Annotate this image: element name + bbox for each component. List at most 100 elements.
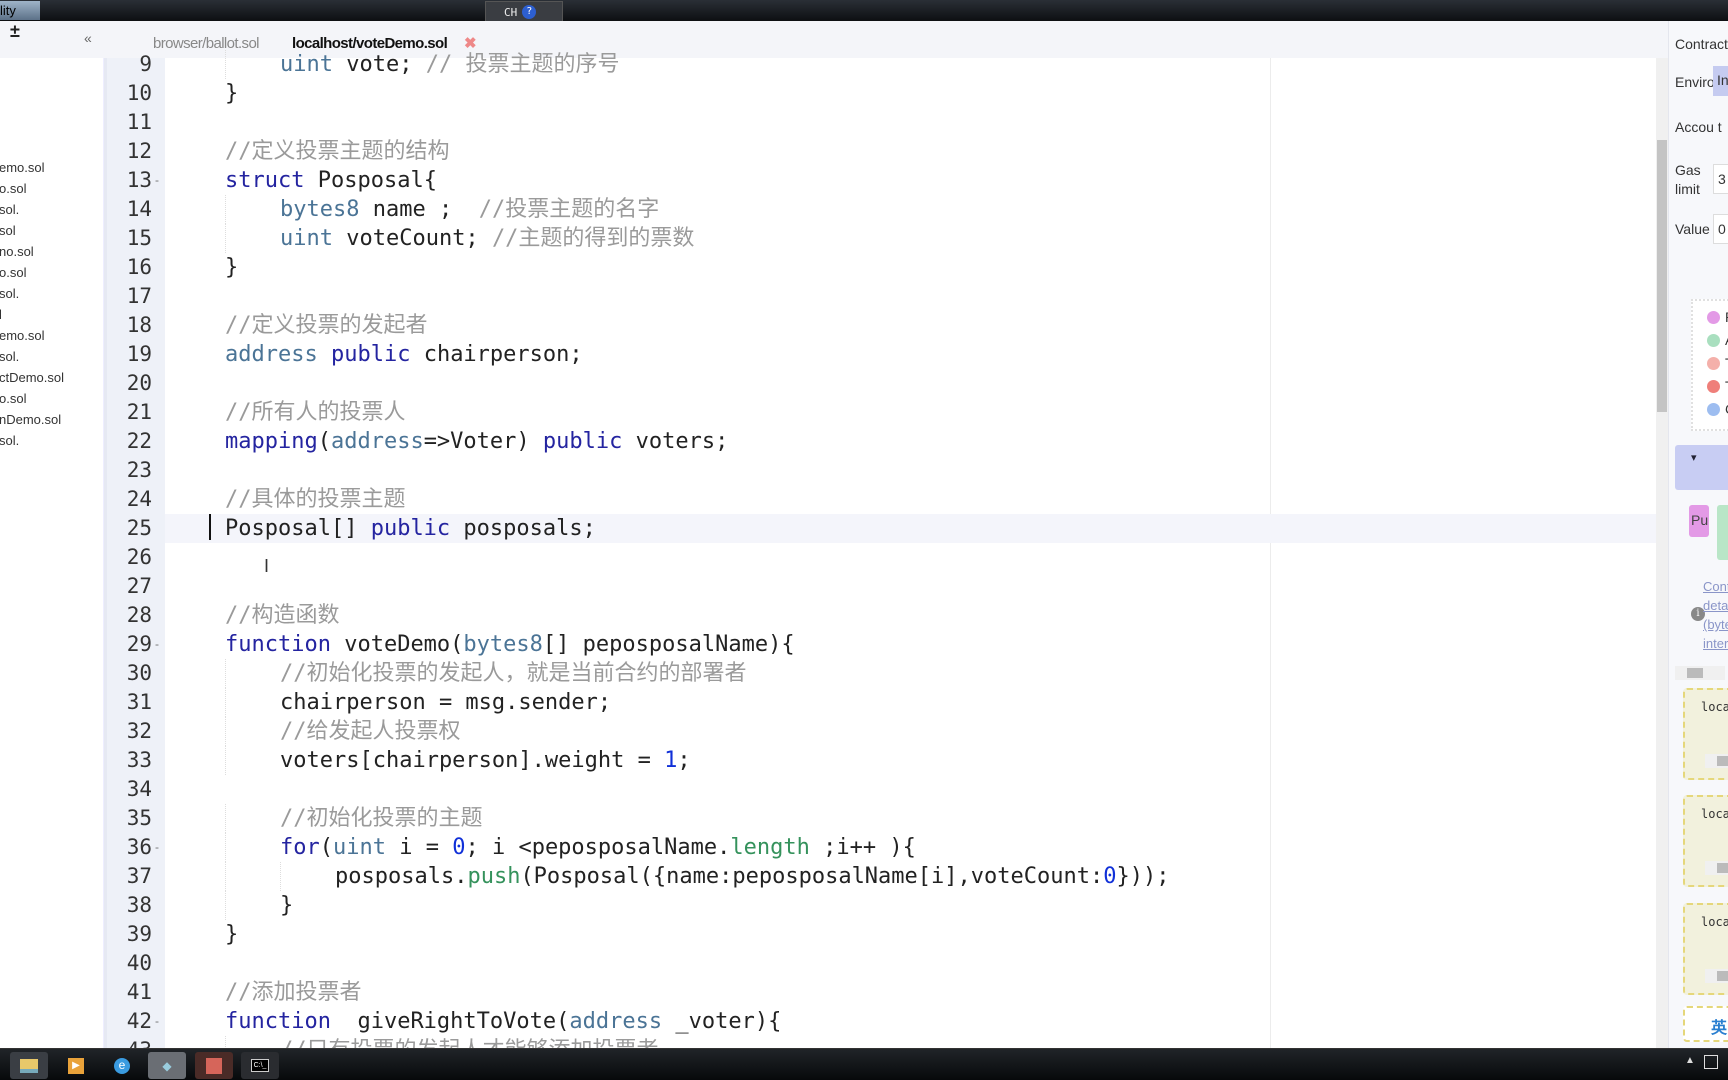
- code-line[interactable]: }: [165, 920, 1656, 949]
- line-number: 28: [126, 603, 152, 627]
- taskbar: ▶ e ◆ C:\_ ▲: [0, 1048, 1728, 1080]
- file-item[interactable]: .sol: [0, 349, 103, 364]
- network-icon[interactable]: [1704, 1055, 1718, 1069]
- at-address-button[interactable]: [1717, 505, 1728, 560]
- file-item[interactable]: emo.sol: [0, 328, 103, 343]
- code-line[interactable]: }: [165, 79, 1656, 108]
- code-line[interactable]: [165, 572, 1656, 601]
- code-token: struct: [225, 168, 305, 193]
- gas-limit-input[interactable]: 3: [1713, 164, 1728, 194]
- horizontal-scrollbar[interactable]: [1675, 666, 1725, 680]
- code-line[interactable]: //所有人的投票人: [165, 398, 1656, 427]
- internet-explorer-icon[interactable]: e: [103, 1052, 141, 1079]
- link-line[interactable]: (byte: [1703, 615, 1728, 634]
- code-line[interactable]: for(uint i = 0; i <peposposalName.length…: [165, 833, 1656, 862]
- link-line[interactable]: inter: [1703, 634, 1728, 653]
- file-item[interactable]: l: [0, 307, 103, 322]
- code-line[interactable]: //定义投票主题的结构: [165, 137, 1656, 166]
- indent-guide: [225, 804, 226, 833]
- fold-toggle-icon[interactable]: -: [155, 630, 159, 659]
- code-line[interactable]: //初始化投票的主题: [165, 804, 1656, 833]
- code-line[interactable]: [165, 949, 1656, 978]
- instance-scrollbar[interactable]: [1705, 969, 1728, 983]
- code-line[interactable]: }: [165, 253, 1656, 282]
- fold-toggle-icon[interactable]: -: [155, 1007, 159, 1036]
- file-item[interactable]: .sol: [0, 433, 103, 448]
- command-prompt-icon[interactable]: C:\_: [241, 1052, 279, 1079]
- code-line[interactable]: bytes8 name ; //投票主题的名字: [165, 195, 1656, 224]
- code-line[interactable]: //构造函数: [165, 601, 1656, 630]
- file-item[interactable]: sol: [0, 223, 103, 238]
- value-input[interactable]: 0: [1713, 214, 1728, 244]
- instance-scrollbar[interactable]: [1705, 861, 1728, 875]
- code-line[interactable]: address public chairperson;: [165, 340, 1656, 369]
- file-explorer-icon[interactable]: [10, 1052, 48, 1079]
- collapse-panel-icon[interactable]: «: [84, 30, 92, 46]
- indent-guide: [280, 862, 281, 891]
- file-item[interactable]: emo.sol: [0, 160, 103, 175]
- code-token: //所有人的投票人: [225, 400, 406, 425]
- code-line[interactable]: //给发起人投票权: [165, 717, 1656, 746]
- scrollbar-thumb[interactable]: [1657, 140, 1667, 412]
- ime-language[interactable]: CH: [504, 6, 517, 19]
- office-app-icon[interactable]: [195, 1052, 233, 1079]
- environment-select[interactable]: Inj: [1713, 66, 1728, 96]
- file-item[interactable]: .sol: [0, 286, 103, 301]
- ime-widget[interactable]: 英: [1683, 1006, 1728, 1042]
- code-line[interactable]: //具体的投票主题: [165, 485, 1656, 514]
- code-line[interactable]: [165, 543, 1656, 572]
- code-line[interactable]: //添加投票者: [165, 978, 1656, 1007]
- code-token: chairperson;: [410, 342, 583, 367]
- code-line[interactable]: [165, 775, 1656, 804]
- instance-address: localh: [1701, 807, 1728, 821]
- publish-button[interactable]: Pu: [1689, 505, 1709, 537]
- code-token: voters;: [622, 429, 729, 454]
- instance-scrollbar[interactable]: [1705, 754, 1728, 768]
- code-line[interactable]: mapping(address=>Voter) public voters;: [165, 427, 1656, 456]
- code-line[interactable]: uint voteCount; //主题的得到的票数: [165, 224, 1656, 253]
- window-title: lity IDE: [0, 1, 40, 37]
- code-token: uint: [333, 835, 386, 860]
- code-line[interactable]: chairperson = msg.sender;: [165, 688, 1656, 717]
- code-line[interactable]: }: [165, 891, 1656, 920]
- code-token: (: [319, 835, 333, 860]
- indent-guide: [225, 746, 226, 775]
- file-item[interactable]: ctDemo.sol: [0, 370, 103, 385]
- code-line[interactable]: [165, 282, 1656, 311]
- media-player-icon[interactable]: ▶: [57, 1052, 95, 1079]
- code-line[interactable]: function giveRightToVote(address _voter)…: [165, 1007, 1656, 1036]
- code-line[interactable]: //初始化投票的发起人，就是当前合约的部署者: [165, 659, 1656, 688]
- file-item[interactable]: nDemo.sol: [0, 412, 103, 427]
- help-icon[interactable]: ?: [522, 5, 537, 19]
- legend-dot-icon: [1707, 310, 1720, 324]
- code-line[interactable]: voters[chairperson].weight = 1;: [165, 746, 1656, 775]
- code-line[interactable]: Posposal[] public posposals;: [165, 514, 1656, 543]
- code-token: function: [225, 632, 331, 657]
- file-item[interactable]: no.sol: [0, 244, 103, 259]
- add-remove-file-icon[interactable]: ±: [8, 22, 22, 40]
- file-item[interactable]: .sol: [0, 202, 103, 217]
- code-line[interactable]: struct Posposal{: [165, 166, 1656, 195]
- file-item[interactable]: o.sol: [0, 391, 103, 406]
- file-item[interactable]: o.sol: [0, 181, 103, 196]
- code-line[interactable]: [165, 369, 1656, 398]
- code-line[interactable]: [165, 108, 1656, 137]
- fold-toggle-icon[interactable]: -: [155, 166, 159, 195]
- code-line[interactable]: [165, 456, 1656, 485]
- editor-scrollbar[interactable]: [1656, 58, 1668, 1048]
- tray-arrow-icon[interactable]: ▲: [1685, 1055, 1695, 1066]
- fold-toggle-icon[interactable]: -: [155, 833, 159, 862]
- legend-item: Tr: [1707, 378, 1728, 394]
- code-line[interactable]: uint vote; // 投票主题的序号: [165, 50, 1656, 79]
- link-line[interactable]: Cont: [1703, 577, 1728, 596]
- contract-dropdown[interactable]: ▾: [1675, 445, 1728, 490]
- link-line[interactable]: deta: [1703, 596, 1728, 615]
- caret-down-icon: ▾: [1691, 452, 1697, 464]
- ime-toolbar[interactable]: CH?: [485, 1, 563, 23]
- remix-app-icon[interactable]: ◆: [148, 1052, 186, 1079]
- contract-details-link[interactable]: Contdeta(byteinter: [1703, 577, 1728, 653]
- code-line[interactable]: function voteDemo(bytes8[] peposposalNam…: [165, 630, 1656, 659]
- code-line[interactable]: posposals.push(Posposal({name:peposposal…: [165, 862, 1656, 891]
- file-item[interactable]: o.sol: [0, 265, 103, 280]
- code-line[interactable]: //定义投票的发起者: [165, 311, 1656, 340]
